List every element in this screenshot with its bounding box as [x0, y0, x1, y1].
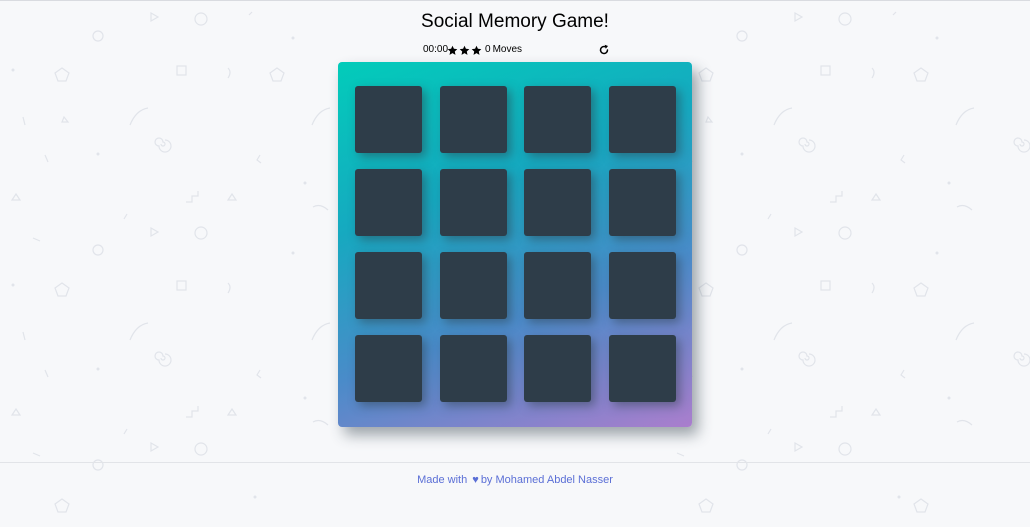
card[interactable] — [524, 169, 591, 236]
card[interactable] — [524, 86, 591, 153]
card[interactable] — [524, 252, 591, 319]
score-panel: 00:00 0 Moves — [423, 42, 610, 58]
card[interactable] — [440, 169, 507, 236]
footer-author: Mohamed Abdel Nasser — [495, 474, 613, 486]
card[interactable] — [355, 169, 422, 236]
footer: Made with ♥ by Mohamed Abdel Nasser — [0, 473, 1030, 487]
card[interactable] — [609, 335, 676, 402]
moves-label: Moves — [492, 44, 523, 55]
star-rating — [447, 42, 482, 58]
card-deck — [338, 62, 692, 427]
card[interactable] — [440, 335, 507, 402]
card[interactable] — [355, 86, 422, 153]
page-title: Social Memory Game! — [421, 11, 609, 32]
moves-count: 0 — [485, 44, 491, 55]
footer-made-with: Made with — [417, 474, 468, 486]
card[interactable] — [355, 335, 422, 402]
restart-icon[interactable] — [598, 44, 610, 56]
footer-divider — [0, 462, 1030, 463]
card[interactable] — [440, 252, 507, 319]
card[interactable] — [524, 335, 591, 402]
star-icon — [471, 42, 482, 58]
footer-by: by — [480, 474, 493, 486]
star-icon — [459, 42, 470, 58]
star-icon — [447, 42, 458, 58]
timer: 00:00 — [423, 44, 449, 55]
card[interactable] — [609, 86, 676, 153]
card[interactable] — [609, 252, 676, 319]
moves-counter: 0 Moves — [485, 42, 522, 58]
heart-icon: ♥ — [472, 474, 479, 486]
card[interactable] — [355, 252, 422, 319]
card[interactable] — [440, 86, 507, 153]
card[interactable] — [609, 169, 676, 236]
